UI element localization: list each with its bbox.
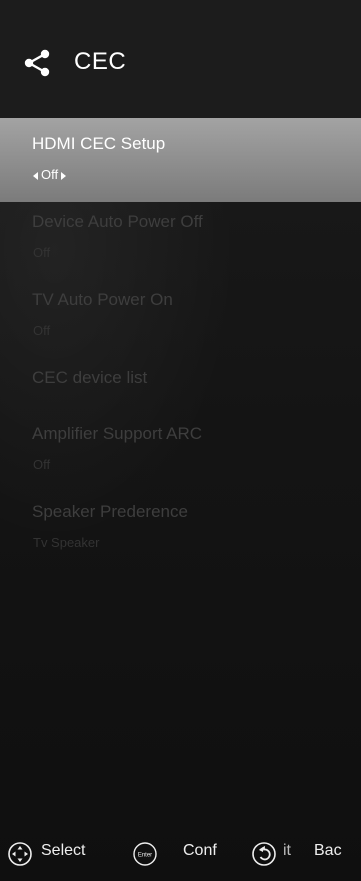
confirm-hint-label: Conf xyxy=(183,842,217,859)
menu-item-cec-device-list[interactable]: CEC device list xyxy=(0,352,361,412)
enter-icon: Enter xyxy=(133,842,157,866)
back-icon xyxy=(252,842,276,866)
menu-item-value: Off xyxy=(33,323,51,338)
header: CEC xyxy=(0,0,361,118)
menu-item-label: TV Auto Power On xyxy=(32,290,173,309)
menu-item-amplifier-support-arc[interactable]: Amplifier Support ARC Off xyxy=(0,408,361,486)
dpad-icon xyxy=(8,842,32,866)
back-hint-label: Bac xyxy=(314,842,342,859)
exit-hint-label: it xyxy=(283,842,291,859)
menu-item-label: CEC device list xyxy=(32,368,148,387)
chevron-right-icon[interactable] xyxy=(61,171,67,180)
enter-icon-text: Enter xyxy=(138,853,152,859)
screen: CEC HDMI CEC Setup Off Device Auto Power… xyxy=(0,0,361,881)
menu-item-hdmi-cec-setup[interactable]: HDMI CEC Setup Off xyxy=(0,118,361,202)
share-icon xyxy=(24,49,50,77)
menu-item-value: Off xyxy=(33,457,51,472)
menu-item-label: Speaker Prederence xyxy=(32,502,188,521)
menu-item-value: Off xyxy=(41,167,59,182)
menu-item-device-auto-power-off[interactable]: Device Auto Power Off Off xyxy=(0,196,361,274)
menu-item-label: Amplifier Support ARC xyxy=(32,424,203,443)
menu-item-label: HDMI CEC Setup xyxy=(32,134,166,153)
menu-item-label: Device Auto Power Off xyxy=(32,212,203,231)
page-title: CEC xyxy=(74,48,127,75)
menu-item-value: Tv Speaker xyxy=(33,535,100,550)
menu-item-tv-auto-power-on[interactable]: TV Auto Power On Off xyxy=(0,274,361,352)
option-selector[interactable]: Off xyxy=(33,167,67,182)
chevron-left-icon[interactable] xyxy=(33,171,38,180)
menu-item-value: Off xyxy=(33,245,51,260)
menu-item-speaker-preference[interactable]: Speaker Prederence Tv Speaker xyxy=(0,486,361,564)
footer-hints: Select Enter Conf it Bac xyxy=(0,828,361,881)
select-hint-label: Select xyxy=(41,842,86,859)
